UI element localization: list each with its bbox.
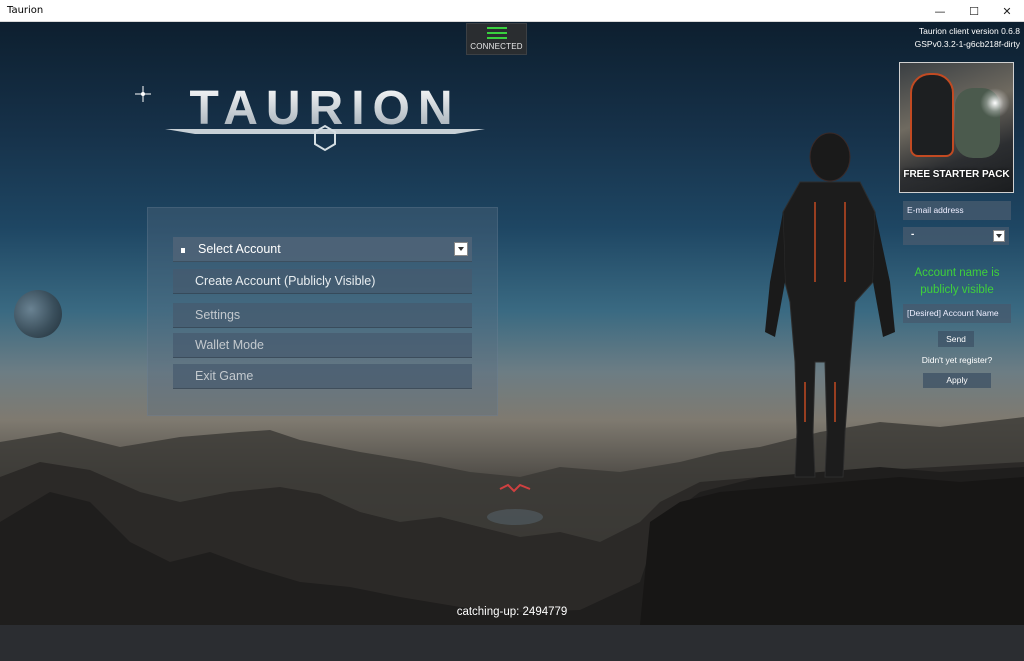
account-select[interactable]: - bbox=[903, 227, 1009, 245]
selection-bullet-icon bbox=[181, 248, 185, 253]
planet bbox=[14, 290, 62, 338]
close-button[interactable]: ✕ bbox=[990, 0, 1024, 22]
exit-game-button[interactable]: Exit Game bbox=[173, 364, 472, 389]
select-account-label: Select Account bbox=[198, 242, 281, 256]
free-starter-pack-banner[interactable]: FREE STARTER PACK bbox=[899, 62, 1014, 193]
catching-up-status: catching-up: 2494779 bbox=[456, 606, 568, 618]
connection-bars-icon bbox=[487, 27, 507, 42]
bottom-bar bbox=[0, 625, 1024, 661]
create-account-button[interactable]: Create Account (Publicly Visible) bbox=[173, 269, 472, 294]
public-account-note: Account name is publicly visible bbox=[914, 267, 1000, 296]
version-info: Taurion client version 0.6.8 GSPv0.3.2-1… bbox=[915, 25, 1020, 51]
email-field[interactable]: E-mail address bbox=[903, 201, 1011, 220]
client-version: Taurion client version 0.6.8 bbox=[918, 26, 1020, 36]
maximize-button[interactable]: ☐ bbox=[957, 0, 991, 22]
promo-label: FREE STARTER PACK bbox=[903, 169, 1010, 180]
chevron-down-icon[interactable] bbox=[454, 242, 468, 256]
minimize-button[interactable]: — bbox=[923, 0, 957, 22]
wallet-mode-button[interactable]: Wallet Mode bbox=[173, 333, 472, 358]
apply-button[interactable]: Apply bbox=[923, 373, 991, 388]
connection-label: CONNECTED bbox=[470, 42, 523, 51]
window-title: Taurion bbox=[7, 5, 44, 16]
gsp-version: GSPv0.3.2-1-g6cb218f-dirty bbox=[914, 39, 1020, 49]
chevron-down-icon[interactable] bbox=[993, 230, 1005, 242]
title-bar: Taurion — ☐ ✕ bbox=[0, 0, 1024, 22]
armored-soldier-figure bbox=[765, 132, 895, 478]
settings-button[interactable]: Settings bbox=[173, 303, 472, 328]
send-button[interactable]: Send bbox=[938, 331, 974, 347]
promo-figure-image bbox=[910, 73, 954, 157]
select-account-dropdown[interactable]: Select Account bbox=[173, 237, 472, 262]
connection-status: CONNECTED bbox=[466, 23, 527, 55]
not-registered-text: Didn't yet register? bbox=[921, 355, 993, 365]
account-select-value: - bbox=[911, 229, 915, 240]
desired-account-name-field[interactable]: [Desired] Account Name bbox=[903, 304, 1011, 323]
taurion-logo: TAURION bbox=[135, 82, 485, 152]
promo-flash bbox=[980, 88, 1010, 118]
